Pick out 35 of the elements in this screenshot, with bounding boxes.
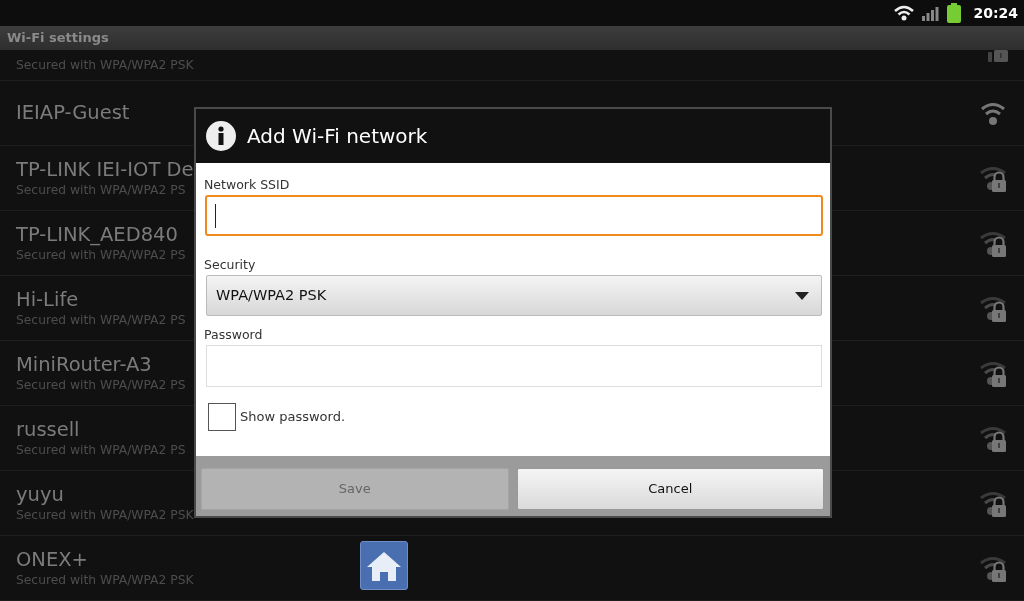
dropdown-arrow-icon (795, 291, 809, 300)
checkbox[interactable] (208, 403, 236, 431)
clock-time: 20:24 (973, 3, 1018, 23)
field-label: Security (204, 257, 257, 273)
signal-icon (922, 5, 940, 21)
network-status: Secured with WPA/WPA2 PS (16, 442, 186, 458)
home-button[interactable] (360, 541, 408, 590)
password-input[interactable] (206, 345, 822, 387)
network-status: Secured with WPA/WPA2 PSK (16, 572, 194, 588)
network-name: TP-LINK IEI-IOT De (16, 158, 194, 182)
network-name: TP-LINK_AED840 (16, 223, 179, 247)
screen-title: Wi-Fi settings (0, 26, 1024, 50)
network-status: Secured with WPA/WPA2 PSK (16, 507, 194, 523)
info-icon (205, 120, 237, 152)
dialog-button[interactable]: Cancel (516, 468, 824, 510)
network-name: IEIAP-Guest (16, 101, 130, 125)
wifi-icon (894, 5, 915, 21)
network-name: russell (16, 418, 81, 442)
field-label: Password (204, 327, 264, 343)
network-status: Secured with WPA/WPA2 PS (16, 182, 187, 198)
network-status: Secured with WPA/WPA2 PS (16, 247, 186, 263)
network-name: ONEX+ (16, 548, 89, 572)
ssid-input[interactable] (205, 195, 823, 236)
field-label: Network SSID (204, 177, 291, 193)
network-status: Secured with WPA/WPA2 PSK (16, 57, 194, 73)
dialog-title: Add Wi-Fi network (247, 123, 428, 150)
network-name: MiniRouter-A3 (16, 353, 153, 377)
security-dropdown[interactable]: WPA/WPA2 PSK (206, 275, 822, 316)
network-name: Hi-Life (16, 288, 80, 312)
checkbox-label: Show password. (240, 408, 346, 427)
battery-icon (947, 3, 962, 23)
network-name: yuyu (16, 483, 65, 507)
text-cursor (215, 203, 216, 228)
network-status: Secured with WPA/WPA2 PS (16, 312, 186, 328)
network-status: Secured with WPA/WPA2 PS (16, 377, 186, 393)
